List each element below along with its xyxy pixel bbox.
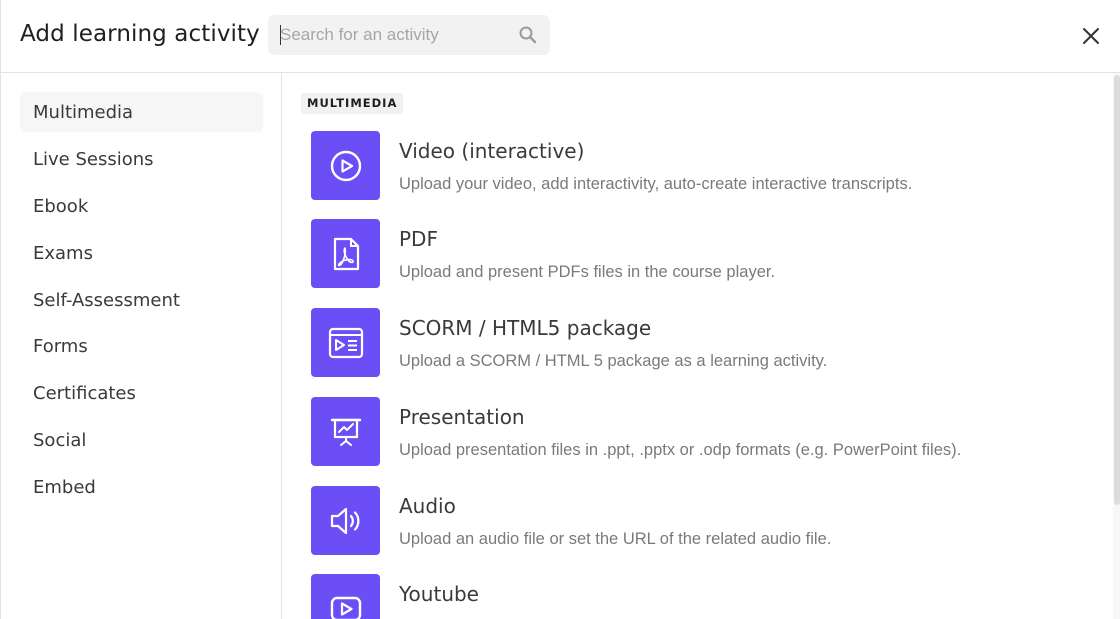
dialog-title: Add learning activity [20, 21, 260, 47]
sidebar-item-label: Ebook [33, 196, 89, 217]
activity-description: Upload an audio file or set the URL of t… [399, 530, 832, 548]
activity-name: SCORM / HTML5 package [399, 316, 652, 340]
close-icon[interactable] [1077, 22, 1105, 50]
dialog-header: Add learning activity [1, 0, 1120, 73]
pdf-icon [311, 219, 380, 288]
sidebar-item-label: Social [33, 430, 87, 451]
activity-description: Upload your video, add interactivity, au… [399, 175, 913, 193]
sidebar-item-label: Embed [33, 477, 96, 498]
activity-description: Upload presentation files in .ppt, .pptx… [399, 441, 962, 459]
sidebar-item-self-assessment[interactable]: Self-Assessment [20, 280, 263, 320]
activity-name: Presentation [399, 405, 525, 429]
sidebar-item-ebook[interactable]: Ebook [20, 186, 263, 226]
activity-list: MULTIMEDIA Video (interactive) Upload yo… [283, 73, 1113, 619]
play-circle-icon [311, 131, 380, 200]
activity-scorm-html5[interactable]: SCORM / HTML5 package Upload a SCORM / H… [311, 308, 1091, 378]
sidebar-item-social[interactable]: Social [20, 420, 263, 460]
sidebar-item-label: Self-Assessment [33, 290, 180, 311]
activity-name: PDF [399, 227, 438, 251]
search-box[interactable] [268, 15, 550, 55]
activity-video-interactive[interactable]: Video (interactive) Upload your video, a… [311, 131, 1091, 201]
activity-description: Upload a SCORM / HTML 5 package as a lea… [399, 352, 828, 370]
sidebar-item-forms[interactable]: Forms [20, 326, 263, 366]
activity-youtube[interactable]: Youtube [311, 574, 1091, 619]
speaker-icon [311, 486, 380, 555]
scrollbar-thumb[interactable] [1114, 75, 1120, 505]
activity-name: Youtube [399, 582, 479, 606]
section-label: MULTIMEDIA [301, 93, 404, 114]
sidebar-item-live-sessions[interactable]: Live Sessions [20, 139, 263, 179]
activity-name: Video (interactive) [399, 139, 585, 163]
sidebar-item-label: Multimedia [33, 102, 134, 123]
activity-pdf[interactable]: PDF Upload and present PDFs files in the… [311, 219, 1091, 289]
youtube-icon [311, 574, 380, 619]
add-activity-dialog: Add learning activity Multimedia Live Se… [0, 0, 1120, 619]
sidebar-item-exams[interactable]: Exams [20, 233, 263, 273]
activity-presentation[interactable]: Presentation Upload presentation files i… [311, 397, 1091, 467]
content-scrollbar[interactable] [1113, 73, 1120, 619]
activity-name: Audio [399, 494, 456, 518]
scorm-package-icon [311, 308, 380, 377]
sidebar-item-embed[interactable]: Embed [20, 467, 263, 507]
presentation-icon [311, 397, 380, 466]
sidebar-item-label: Exams [33, 243, 93, 264]
search-icon[interactable] [518, 25, 538, 45]
sidebar-item-label: Live Sessions [33, 149, 154, 170]
activity-audio[interactable]: Audio Upload an audio file or set the UR… [311, 486, 1091, 556]
sidebar-item-certificates[interactable]: Certificates [20, 373, 263, 413]
search-input[interactable] [280, 15, 510, 55]
sidebar-item-label: Forms [33, 336, 88, 357]
sidebar-item-label: Certificates [33, 383, 136, 404]
sidebar-item-multimedia[interactable]: Multimedia [20, 92, 263, 132]
category-sidebar: Multimedia Live Sessions Ebook Exams Sel… [1, 73, 282, 619]
activity-description: Upload and present PDFs files in the cou… [399, 263, 776, 281]
